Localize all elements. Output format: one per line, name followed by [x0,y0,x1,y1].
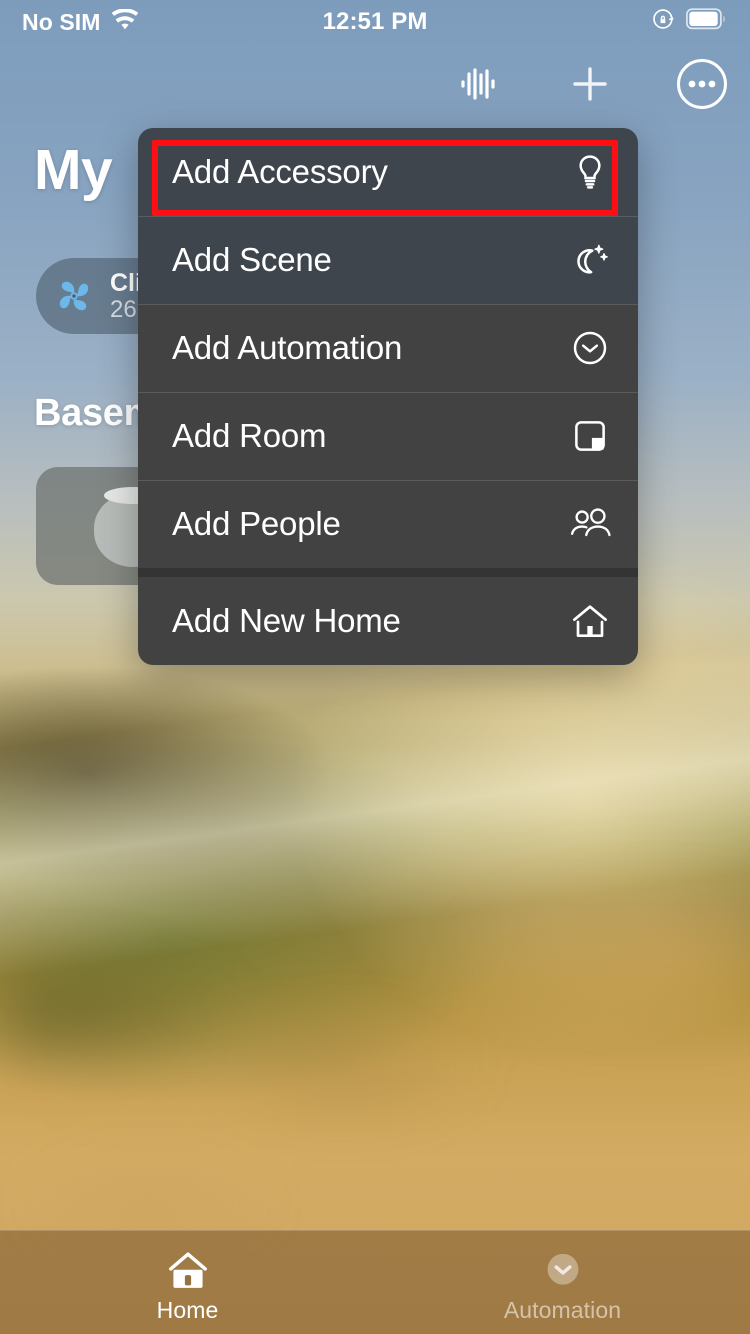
menu-item-add-scene[interactable]: Add Scene [138,216,638,304]
nav-bar [450,56,730,112]
battery-icon [686,8,728,36]
tab-bar: Home Automation [0,1230,750,1334]
audio-waveform-icon[interactable] [450,56,506,112]
automation-tab-icon [540,1247,586,1293]
menu-item-add-accessory[interactable]: Add Accessory [138,128,638,216]
page-title: My [34,138,113,202]
room-square-icon [568,414,612,458]
context-menu-group-secondary: Add New Home [138,577,638,665]
context-menu-group-primary: Add Accessory Add Scene Add Automation A… [138,128,638,568]
moon-stars-icon [568,238,612,282]
menu-item-label: Add Scene [172,241,332,278]
menu-group-separator [138,568,638,577]
status-bar-left: No SIM [22,7,651,36]
carrier-label: No SIM [22,8,101,35]
status-bar-right [651,6,728,38]
lightbulb-icon [568,150,612,194]
tab-label: Automation [503,1297,622,1323]
menu-item-label: Add People [172,505,341,542]
clock-icon [568,326,612,370]
menu-item-label: Add Accessory [172,153,388,190]
menu-item-add-room[interactable]: Add Room [138,392,638,480]
menu-item-label: Add New Home [172,602,401,639]
house-tab-icon [165,1247,211,1293]
wifi-icon [111,7,139,36]
menu-item-label: Add Automation [172,329,403,366]
phone-screen: My Cli 26 Basem No SIM 12:51 PM Add Acce… [0,0,750,1334]
house-icon [568,599,612,643]
menu-item-label: Add Room [172,417,327,454]
context-menu: Add Accessory Add Scene Add Automation A… [138,128,638,665]
menu-item-add-people[interactable]: Add People [138,480,638,568]
status-bar: No SIM 12:51 PM [0,0,750,44]
more-ellipsis-icon[interactable] [674,56,730,112]
tab-automation[interactable]: Automation [375,1231,750,1334]
menu-item-add-automation[interactable]: Add Automation [138,304,638,392]
tab-home[interactable]: Home [0,1231,375,1334]
rotation-lock-icon [651,6,677,38]
people-icon [568,502,612,546]
tab-label: Home [156,1297,219,1323]
menu-item-add-new-home[interactable]: Add New Home [138,577,638,665]
fan-icon [52,274,96,318]
plus-icon[interactable] [562,56,618,112]
